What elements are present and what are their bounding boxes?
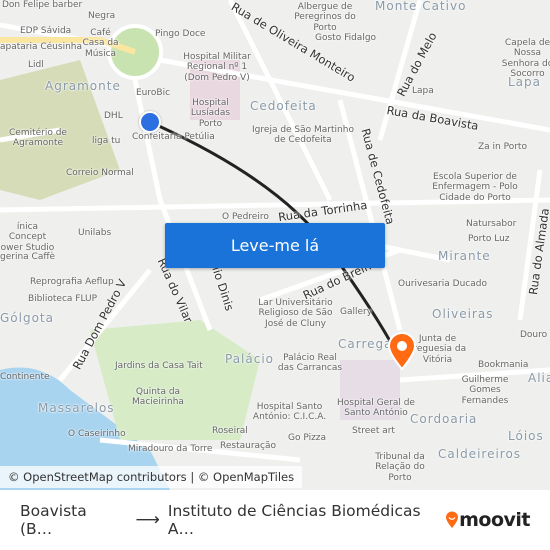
poi-label: liga tu (92, 136, 121, 146)
area-label: Alia (528, 371, 550, 385)
area-label: Gólgota (0, 311, 54, 325)
poi-label: Ourivesaria Ducado (398, 279, 487, 289)
poi-label: Pingo Doce (155, 29, 206, 39)
poi-label: Confeitaria Petúlia (132, 132, 215, 142)
map[interactable]: Don Felipe barber Negra EDP Sávida Café … (0, 0, 550, 490)
brand-text: moovit (459, 509, 530, 531)
origin-dot-icon (139, 111, 161, 133)
poi-label: Lidl (28, 60, 44, 70)
poi-label: Gosto Fidalgo (315, 33, 377, 43)
poi-label: Hospital Lusíadas Porto (190, 98, 231, 129)
moovit-logo: moovit (445, 509, 530, 531)
poi-label: Albergue de Peregrinos do Porto (294, 2, 356, 33)
poi-label: Palácio Real das Carrancas (277, 353, 343, 374)
map-attribution[interactable]: © OpenStreetMap contributors | © OpenMap… (0, 466, 303, 488)
poi-label: Restauração (220, 441, 277, 451)
poi-label: Escola Superior de Enfermagem - Polo Cid… (432, 172, 518, 203)
poi-label: Porto Luz (468, 234, 510, 244)
poi-label: gerina Caffè (0, 252, 56, 262)
poi-label: Quinta da Macieirinha (132, 387, 184, 408)
park-area (90, 320, 260, 440)
arrow-right-icon: ⟶ (135, 510, 160, 530)
poi-label: Continente (0, 372, 50, 382)
poi-label: Reprografia Aeflup (30, 277, 114, 287)
area-label: Lóios (508, 429, 544, 443)
area-label: Lapa (508, 75, 542, 89)
poi-label: Bookmania (478, 360, 529, 370)
poi-label: apataria Céusinha (0, 42, 83, 52)
poi-label: O Pedreiro (222, 212, 269, 222)
poi-label: Douro (520, 330, 548, 340)
poi-label: Go Pizza (288, 433, 327, 443)
poi-label: DHL (104, 111, 123, 121)
destination-pin-icon (387, 332, 417, 370)
destination-name: Instituto de Ciências Biomédicas A… (167, 502, 421, 538)
moovit-pin-icon (446, 511, 459, 528)
poi-label: Hospital Santo António: C.I.C.A. (252, 402, 327, 423)
poi-label: Capela de Nossa Senhora do Socorro (501, 38, 550, 80)
area-label: Palácio (225, 352, 275, 366)
poi-label: EuroBic (136, 88, 171, 98)
poi-label: Miradouro da Torre (128, 444, 213, 454)
poi-label: Café Casa da Música (82, 28, 119, 59)
poi-label: Unilabs (78, 228, 112, 238)
poi-label: ínica Concept ower Studio (0, 222, 55, 253)
area-label: Massarelos (38, 401, 115, 415)
poi-label: Negra (88, 11, 116, 21)
poi-label: Hospital Geral de Santo António (337, 398, 415, 419)
poi-label: Don Felipe barber (2, 0, 83, 10)
poi-label: Correio Normal (66, 168, 134, 178)
poi-label: Igreja de São Martinho de Cedofeita (252, 125, 354, 146)
poi-label: Natursabor (466, 219, 517, 229)
take-me-there-button[interactable]: Leve-me lá (165, 223, 385, 268)
poi-label: Cemitério de Agramonte (9, 128, 67, 149)
poi-label: Street art (352, 426, 395, 436)
area-label: Oliveiras (432, 307, 494, 321)
poi-label: Lapa (412, 86, 434, 96)
poi-label: EDP Sávida (20, 26, 72, 36)
poi-label: Hospital Militar Regional nº 1 (Dom Pedr… (183, 52, 251, 83)
area-label: Cedofeita (250, 99, 317, 113)
poi-label: Gallery (340, 307, 373, 317)
route-footer: Boavista (B… ⟶ Instituto de Ciências Bio… (0, 490, 550, 550)
area-label: Mirante (438, 249, 491, 263)
poi-label: Tribunal da Relação do Porto (375, 452, 425, 483)
origin-name: Boavista (B… (20, 502, 87, 538)
area-label: Monte Cativo (375, 0, 467, 13)
poi-label: Roseiral (212, 426, 248, 436)
poi-label: Lar Universitário Religioso de São José … (258, 298, 333, 329)
area-label: Cordoaria (410, 412, 478, 426)
area-label: Caldeireiros (438, 447, 522, 461)
poi-label: O Caseirinho (68, 429, 126, 439)
area-label: Agramonte (45, 79, 121, 93)
poi-label: Biblioteca FLUP (28, 294, 98, 304)
poi-label: Jardins da Casa Tait (115, 361, 203, 371)
poi-label: Guilherme Gomes Fernandes (461, 375, 509, 406)
poi-label: Za in Porto (478, 142, 527, 152)
